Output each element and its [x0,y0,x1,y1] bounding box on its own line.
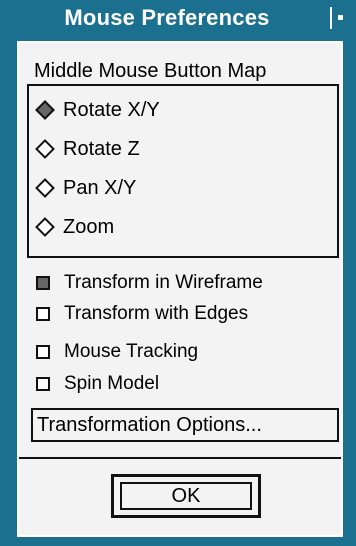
radio-label: Zoom [63,215,115,238]
checkbox-transform-in-wireframe[interactable]: Transform in Wireframe [36,271,263,295]
window-menu-button[interactable] [330,7,350,29]
checkbox-mouse-tracking[interactable]: Mouse Tracking [36,340,198,364]
preferences-panel: Middle Mouse Button Map Rotate X/Y Rotat… [17,41,343,537]
ok-button-frame[interactable]: OK [111,474,261,518]
checkbox-label: Mouse Tracking [64,341,199,362]
checkbox-checked-icon[interactable] [36,276,50,290]
radio-zoom[interactable]: Zoom [34,213,114,241]
checkbox-unchecked-icon[interactable] [36,345,50,359]
radio-unselected-icon[interactable] [35,139,55,159]
radio-rotate-xy[interactable]: Rotate X/Y [34,96,160,124]
ok-button[interactable]: OK [120,482,252,510]
window-title: Mouse Preferences [64,5,270,30]
radio-unselected-icon[interactable] [35,217,55,237]
checkbox-spin-model[interactable]: Spin Model [36,372,159,396]
radio-rotate-z[interactable]: Rotate Z [34,135,140,163]
middle-button-map-label: Middle Mouse Button Map [34,60,267,82]
radio-selected-icon[interactable] [35,100,55,120]
divider [19,457,341,459]
radio-unselected-icon[interactable] [35,178,55,198]
radio-label: Pan X/Y [63,176,137,199]
checkbox-unchecked-icon[interactable] [36,307,50,321]
checkbox-label: Transform in Wireframe [64,272,263,293]
middle-button-map-radio-group: Rotate X/Y Rotate Z Pan X/Y Zoom [27,84,339,258]
window-menu-icon [338,15,343,20]
checkbox-unchecked-icon[interactable] [36,377,50,391]
transformation-options-button[interactable]: Transformation Options... [31,408,339,442]
radio-label: Rotate X/Y [63,98,160,121]
radio-pan-xy[interactable]: Pan X/Y [34,174,136,202]
title-bar[interactable]: Mouse Preferences [6,5,350,31]
checkbox-label: Spin Model [64,373,160,394]
mouse-preferences-window: Mouse Preferences Middle Mouse Button Ma… [0,0,356,546]
checkbox-label: Transform with Edges [64,303,249,324]
checkbox-transform-with-edges[interactable]: Transform with Edges [36,302,248,326]
radio-label: Rotate Z [63,137,140,160]
